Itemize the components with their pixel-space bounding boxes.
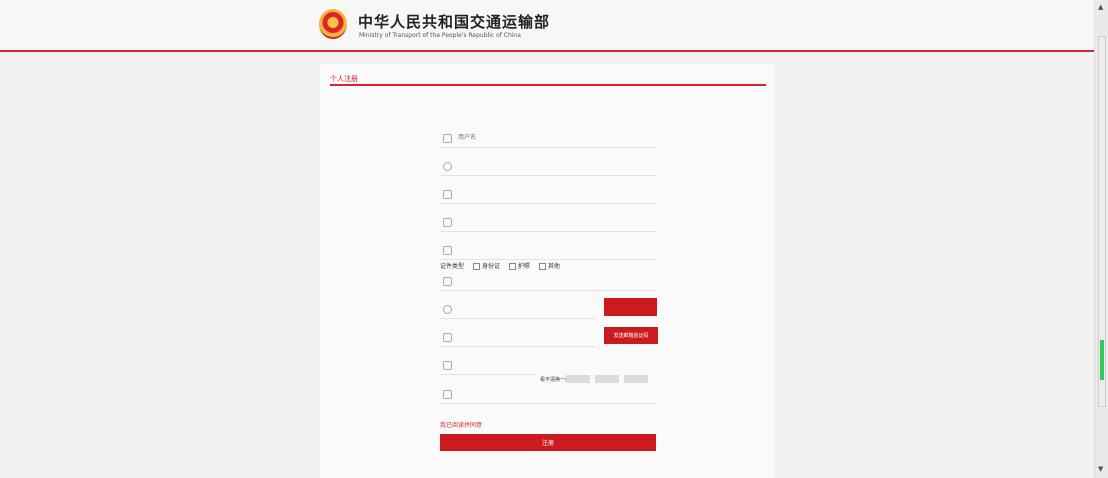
scroll-up-icon[interactable]: ▲ xyxy=(1098,3,1103,11)
vertical-scrollbar[interactable]: ▲ ▼ xyxy=(1094,0,1108,478)
id-type-label: 证件类型 xyxy=(440,263,465,270)
phone-input[interactable] xyxy=(458,213,655,229)
site-title: 中华人民共和国交通运输部 xyxy=(358,13,551,31)
realname-row xyxy=(440,157,657,176)
envelope-icon xyxy=(443,333,452,342)
phone-row xyxy=(440,213,657,232)
captcha-row xyxy=(440,356,535,375)
scroll-down-icon[interactable]: ▼ xyxy=(1098,465,1103,473)
idcard-input[interactable] xyxy=(458,185,655,201)
section-title: 个人注册 xyxy=(330,75,358,83)
top-header: 中华人民共和国交通运输部 Ministry of Transport of th… xyxy=(0,0,1094,52)
building-icon xyxy=(443,277,452,286)
id-card-icon xyxy=(443,190,452,199)
captcha-image[interactable] xyxy=(595,375,619,383)
password-row xyxy=(440,385,657,404)
id-type-option-3[interactable]: 其他 xyxy=(538,263,560,270)
email-code-row xyxy=(440,328,595,347)
id-type-option-1[interactable]: 身份证 xyxy=(472,263,500,270)
username-row xyxy=(440,129,657,148)
captcha-image[interactable] xyxy=(566,375,590,383)
username-input[interactable] xyxy=(458,129,655,145)
checkbox-icon xyxy=(508,263,516,270)
scroll-indicator xyxy=(1100,340,1104,380)
registration-card xyxy=(320,64,775,478)
org-input[interactable] xyxy=(458,272,655,288)
org-row xyxy=(440,272,657,291)
section-divider xyxy=(330,84,766,86)
captcha-image[interactable] xyxy=(624,375,648,383)
mail-icon xyxy=(443,246,452,255)
send-sms-button[interactable] xyxy=(604,298,657,316)
realname-input[interactable] xyxy=(458,157,655,173)
id-type-group: 证件类型 身份证 护照 其他 xyxy=(440,261,560,270)
email-code-input[interactable] xyxy=(458,328,593,344)
checkbox-icon xyxy=(538,263,546,270)
checkbox-icon xyxy=(472,263,480,270)
send-email-code-button[interactable]: 发送邮箱验证码 xyxy=(604,327,658,344)
key-icon xyxy=(443,361,452,370)
user-id-icon xyxy=(443,134,452,143)
sms-row xyxy=(440,300,595,319)
national-emblem-logo xyxy=(319,9,347,39)
submit-button[interactable]: 注册 xyxy=(440,434,656,451)
captcha-input[interactable] xyxy=(458,356,533,372)
agreement-link[interactable]: 我已阅读并同意 xyxy=(440,420,482,429)
person-icon xyxy=(443,162,452,171)
site-subtitle: Ministry of Transport of the People's Re… xyxy=(359,32,521,39)
password-input[interactable] xyxy=(458,385,655,401)
email-row xyxy=(440,241,657,260)
sms-code-input[interactable] xyxy=(458,300,593,316)
phone-icon xyxy=(443,218,452,227)
id-type-option-2[interactable]: 护照 xyxy=(508,263,530,270)
idcard-row xyxy=(440,185,657,204)
lock-icon xyxy=(443,390,452,399)
email-input[interactable] xyxy=(458,241,655,257)
shield-icon xyxy=(443,305,452,314)
